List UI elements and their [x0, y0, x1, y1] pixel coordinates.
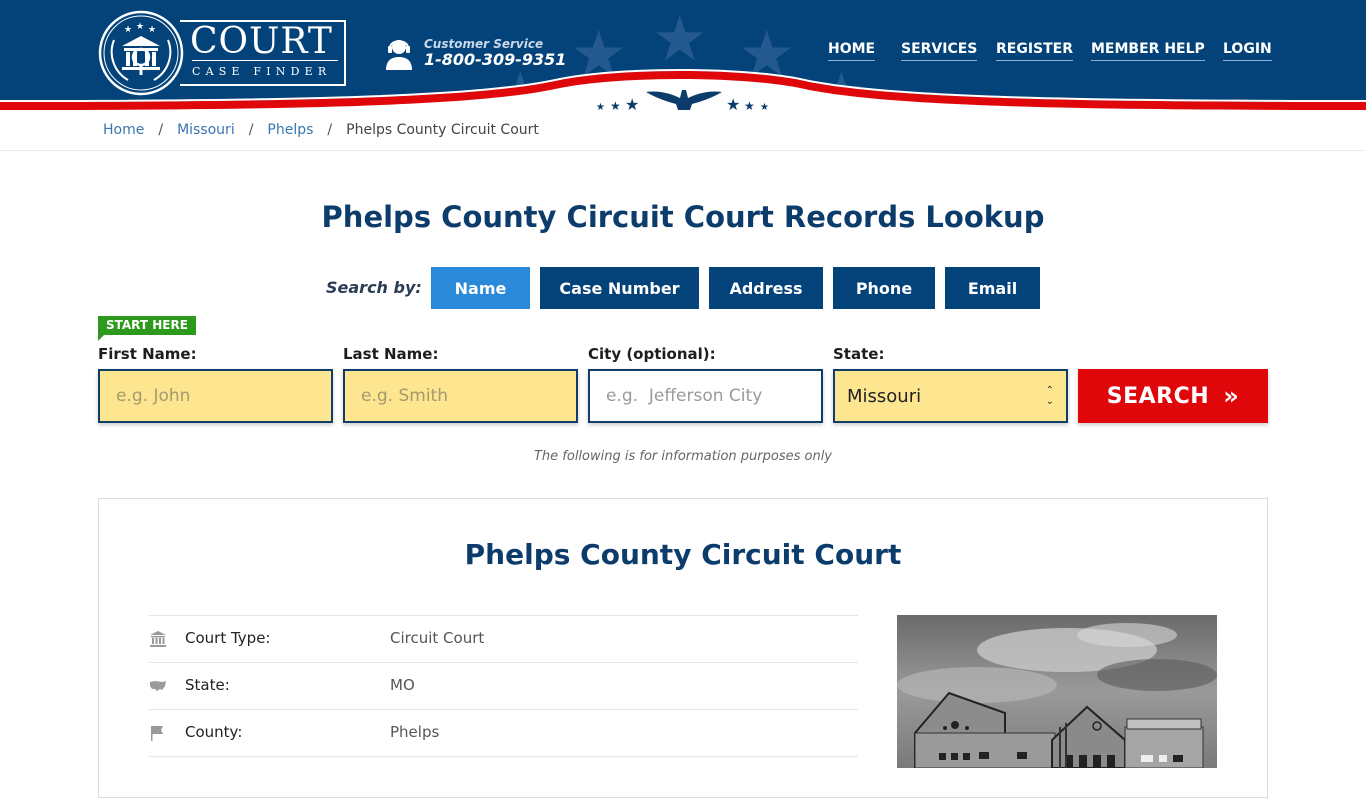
breadcrumb-home[interactable]: Home — [103, 122, 144, 138]
info-disclaimer: The following is for information purpose… — [533, 449, 833, 464]
last-name-label: Last Name: — [343, 345, 439, 363]
logo-wordmark: COURT — [190, 21, 333, 62]
customer-service[interactable]: Customer Service 1-800-309-9351 — [386, 36, 566, 70]
detail-label: State: — [185, 676, 230, 694]
svg-text:★: ★ — [744, 99, 755, 112]
breadcrumb-divider — [0, 150, 1366, 151]
detail-row-state: State: MO — [149, 662, 858, 709]
tab-email[interactable]: Email — [945, 267, 1040, 309]
customer-service-phone[interactable]: 1-800-309-9351 — [424, 51, 566, 69]
first-name-input[interactable] — [98, 369, 333, 423]
select-updown-icon: ⌃ ⌄ — [1045, 385, 1054, 407]
last-name-input[interactable] — [343, 369, 578, 423]
breadcrumb-separator: / — [158, 122, 164, 138]
search-button-label: SEARCH — [1106, 383, 1210, 409]
first-name-label: First Name: — [98, 345, 197, 363]
courthouse-photo — [897, 615, 1217, 768]
nav-member-help[interactable]: MEMBER HELP — [1091, 41, 1205, 61]
city-label: City (optional): — [588, 345, 716, 363]
city-input[interactable] — [588, 369, 823, 423]
svg-text:★: ★ — [148, 25, 156, 35]
detail-divider — [149, 756, 858, 757]
detail-value: MO — [390, 676, 415, 694]
breadcrumb-separator: / — [327, 122, 333, 138]
svg-text:★: ★ — [760, 102, 769, 112]
svg-text:★: ★ — [596, 102, 605, 112]
state-select[interactable]: Missouri ⌃ ⌄ — [833, 369, 1068, 423]
usa-map-icon — [150, 681, 166, 691]
detail-value: Circuit Court — [390, 629, 485, 647]
svg-text:★: ★ — [136, 22, 144, 32]
search-button[interactable]: SEARCH » — [1078, 369, 1268, 423]
detail-row-court-type: Court Type: Circuit Court — [149, 615, 858, 662]
tab-case-number[interactable]: Case Number — [540, 267, 699, 309]
breadcrumb-phelps[interactable]: Phelps — [267, 122, 313, 138]
svg-text:★: ★ — [726, 95, 740, 112]
breadcrumb-missouri[interactable]: Missouri — [177, 122, 235, 138]
detail-value: Phelps — [390, 723, 440, 741]
nav-home[interactable]: HOME — [828, 41, 876, 61]
eagle-emblem-icon: ★ ★ ★ ★ ★ ★ — [596, 90, 769, 112]
state-label: State: — [833, 345, 885, 363]
courthouse-image — [897, 615, 1217, 768]
double-chevron-right-icon: » — [1223, 382, 1240, 410]
svg-text:★: ★ — [124, 25, 132, 35]
tab-address[interactable]: Address — [709, 267, 823, 309]
breadcrumb-separator: / — [248, 122, 254, 138]
customer-service-label: Customer Service — [424, 37, 544, 51]
logo-subtitle: CASE FINDER — [192, 65, 332, 78]
breadcrumb: Home / Missouri / Phelps / Phelps County… — [103, 122, 539, 138]
detail-label: Court Type: — [185, 629, 271, 647]
breadcrumb-current: Phelps County Circuit Court — [346, 122, 539, 138]
tab-phone[interactable]: Phone — [833, 267, 935, 309]
nav-services[interactable]: SERVICES — [901, 41, 978, 61]
detail-row-county: County: Phelps — [149, 709, 858, 756]
logo-rule — [192, 60, 338, 61]
courthouse-icon — [150, 631, 166, 647]
court-title: Phelps County Circuit Court — [464, 538, 902, 571]
site-header: ★ ★ ★ ★ ★ ★ ★ ★ ★ ★ ★ ★ ★ ★ — [0, 0, 1366, 112]
svg-text:★: ★ — [625, 95, 639, 112]
svg-text:★: ★ — [610, 99, 621, 112]
court-seal-icon: ★ ★ ★ — [98, 10, 184, 96]
page-title: Phelps County Circuit Court Records Look… — [321, 200, 1045, 234]
start-here-badge: START HERE — [98, 316, 196, 341]
flag-icon — [151, 726, 163, 741]
tab-name[interactable]: Name — [431, 267, 530, 309]
nav-register[interactable]: REGISTER — [996, 41, 1074, 61]
state-selected-value: Missouri — [847, 385, 922, 407]
detail-label: County: — [185, 723, 243, 741]
nav-login[interactable]: LOGIN — [1223, 41, 1272, 61]
search-by-label: Search by: — [326, 278, 422, 297]
headset-agent-icon — [386, 40, 412, 70]
